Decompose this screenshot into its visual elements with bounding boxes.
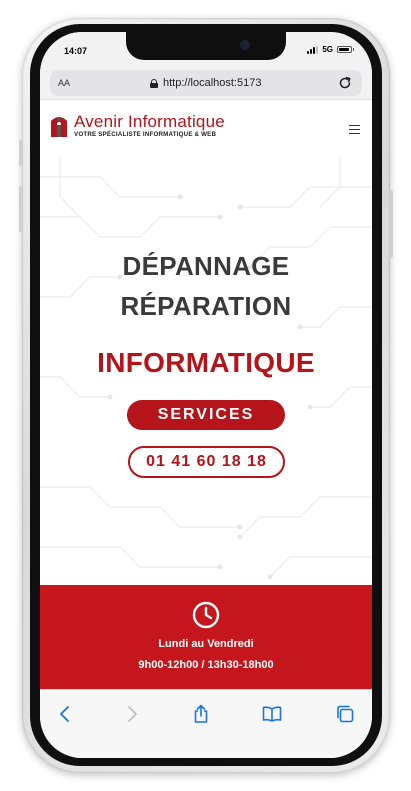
signal-icon: [307, 45, 319, 54]
opening-hours-section: Lundi au Vendredi 9h00-12h00 / 13h30-18h…: [40, 585, 372, 689]
hero-section: DÉPANNAGE RÉPARATION INFORMATIQUE SERVIC…: [40, 157, 372, 585]
hero-title-line2: RÉPARATION: [120, 291, 292, 321]
chevron-left-icon[interactable]: [55, 704, 75, 724]
network-type: 5G: [322, 45, 333, 54]
notch: [126, 32, 286, 60]
url-text: http://localhost:5173: [163, 77, 262, 89]
phone-call-button[interactable]: 01 41 60 18 18: [128, 446, 285, 478]
hours-days: Lundi au Vendredi: [158, 638, 254, 650]
battery-icon: [337, 46, 354, 53]
book-icon[interactable]: [262, 704, 282, 724]
side-button: [19, 140, 23, 166]
logo-mark-icon: [51, 117, 67, 137]
side-button: [19, 186, 23, 232]
camera: [240, 40, 250, 50]
clock-icon: [192, 601, 220, 629]
hours-time: 9h00-12h00 / 13h30-18h00: [138, 659, 274, 671]
hamburger-menu-icon[interactable]: [349, 125, 360, 134]
site-header: Avenir Informatique VOTRE SPÉCIALISTE IN…: [40, 101, 372, 157]
services-button[interactable]: SERVICES: [127, 400, 285, 430]
browser-address-area: AA http://localhost:5173: [40, 68, 372, 100]
side-button: [389, 190, 393, 258]
text-size-button[interactable]: AA: [58, 78, 70, 88]
battery-fill: [339, 48, 349, 51]
status-time: 14:07: [64, 46, 88, 56]
lock-icon: [150, 78, 158, 88]
brand-tagline: VOTRE SPÉCIALISTE INFORMATIQUE & WEB: [74, 131, 217, 138]
tabs-icon[interactable]: [335, 704, 355, 724]
reload-icon[interactable]: [336, 74, 354, 92]
hero-accent-title: INFORMATIQUE: [97, 347, 315, 378]
logo-text: Avenir Informatique VOTRE SPÉCIALISTE IN…: [74, 113, 225, 139]
browser-toolbar: [40, 689, 372, 758]
url-display[interactable]: http://localhost:5173: [150, 77, 261, 89]
address-bar[interactable]: AA http://localhost:5173: [50, 70, 362, 96]
chevron-right-icon[interactable]: [122, 704, 142, 724]
status-indicators: 5G: [307, 45, 354, 54]
phone-screen: 14:07 5G AA http://localhost:5173 Avenir…: [40, 32, 372, 758]
brand-name: Avenir Informatique: [74, 112, 225, 131]
hero-title-line1: DÉPANNAGE: [122, 251, 290, 281]
site-logo[interactable]: Avenir Informatique VOTRE SPÉCIALISTE IN…: [48, 113, 225, 139]
share-icon[interactable]: [191, 704, 211, 724]
